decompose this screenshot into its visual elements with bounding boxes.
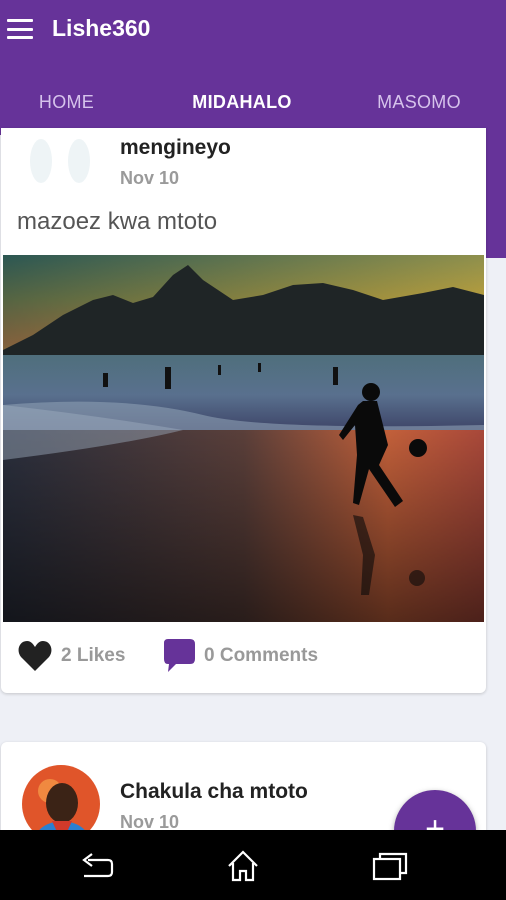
system-nav-bar <box>0 830 506 900</box>
recent-apps-icon[interactable] <box>370 846 410 886</box>
app-title: Lishe360 <box>52 15 151 41</box>
post-image[interactable] <box>3 255 484 622</box>
likes-count: 2 Likes <box>61 645 126 666</box>
home-icon[interactable] <box>223 846 263 886</box>
post-date: Nov 10 <box>120 168 180 188</box>
header-edge <box>486 135 506 258</box>
footprints-avatar-icon <box>21 133 101 193</box>
tab-midahalo[interactable]: MIDAHALO <box>153 75 331 131</box>
tab-home[interactable]: HOME <box>0 75 133 131</box>
post-author[interactable]: mengineyo <box>120 136 231 160</box>
back-icon[interactable] <box>76 846 116 886</box>
hamburger-icon[interactable] <box>7 19 33 39</box>
post-text: mazoez kwa mtoto <box>17 208 218 235</box>
comments-count: 0 Comments <box>204 645 319 666</box>
app-bar: Lishe360 HOME MIDAHALO MASOMO <box>0 0 506 135</box>
like-button[interactable]: 2 Likes <box>17 638 125 674</box>
post-author[interactable]: Chakula cha mtoto <box>120 780 308 804</box>
tab-masomo[interactable]: MASOMO <box>350 75 488 131</box>
active-tab-indicator <box>153 132 331 135</box>
heart-icon <box>18 641 52 671</box>
tab-bar: HOME MIDAHALO MASOMO <box>0 75 506 135</box>
comment-bubble-icon <box>164 639 195 672</box>
comment-button[interactable]: 0 Comments <box>160 638 318 674</box>
